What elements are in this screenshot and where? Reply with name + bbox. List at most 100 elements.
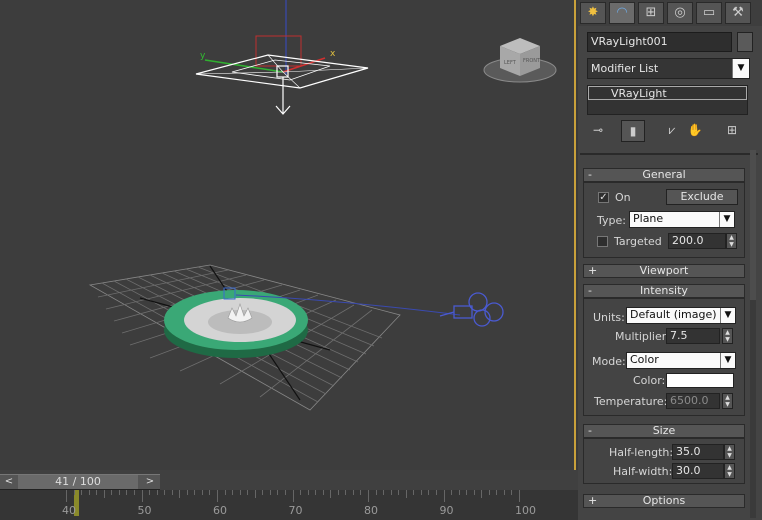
time-slider-thumb[interactable]: 41 / 100: [18, 475, 138, 489]
targeted-checkbox[interactable]: [597, 236, 608, 247]
viewcube[interactable]: LEFT FRONT: [483, 38, 557, 83]
frame-tick-label: 90: [439, 504, 454, 517]
half-width-value[interactable]: 30.0: [672, 463, 724, 479]
show-end-result-icon[interactable]: ▮: [621, 120, 645, 142]
frame-tick: [171, 490, 173, 495]
multiplier-label: Multiplier:: [615, 330, 670, 343]
configure-sets-icon[interactable]: ⊞: [721, 120, 743, 140]
command-panel: ✸ ◠ ⊞ ◎ ▭ ⚒ VRayLight001 Modifier List ▼…: [578, 0, 762, 520]
viewport-title: Viewport: [639, 264, 689, 277]
utilities-tab-icon[interactable]: ⚒: [725, 2, 751, 24]
stack-item-vraylight[interactable]: VRayLight: [588, 86, 747, 100]
time-slider[interactable]: < 41 / 100 >: [0, 474, 160, 490]
options-rollout-header[interactable]: + Options: [583, 494, 745, 508]
frame-tick: [239, 490, 241, 495]
frame-tick-label: 60: [213, 504, 227, 517]
frame-tick: [88, 490, 90, 495]
make-unique-icon[interactable]: ⩗: [661, 120, 683, 140]
chevron-down-icon[interactable]: ▼: [719, 212, 734, 227]
viewport-rollout-header[interactable]: + Viewport: [583, 264, 745, 278]
frame-tick: [383, 490, 385, 495]
hierarchy-tab-icon[interactable]: ⊞: [638, 2, 664, 24]
multiplier-value[interactable]: 7.5: [666, 328, 720, 344]
spinner-arrows-icon[interactable]: ▲ ▼: [726, 233, 737, 249]
temperature-spinner[interactable]: 6500.0 ▲ ▼: [666, 393, 736, 409]
temperature-value[interactable]: 6500.0: [666, 393, 720, 409]
frame-tick: [435, 490, 437, 495]
gizmo-x-label: x: [330, 49, 336, 59]
panel-scrollbar[interactable]: [750, 150, 756, 518]
object-name-field[interactable]: VRayLight001: [587, 32, 732, 52]
half-length-spinner[interactable]: 35.0 ▲ ▼: [672, 444, 736, 460]
targeted-value[interactable]: 200.0: [668, 233, 726, 249]
create-tab-icon[interactable]: ✸: [580, 2, 606, 24]
half-length-value[interactable]: 35.0: [672, 444, 724, 460]
spinner-arrows-icon[interactable]: ▲ ▼: [722, 328, 733, 344]
frame-tick: [149, 490, 151, 495]
panel-scrollbar-thumb[interactable]: [750, 150, 756, 300]
modifier-list-dropdown[interactable]: Modifier List ▼: [587, 58, 750, 79]
prev-frame-button[interactable]: <: [2, 475, 16, 489]
light-color-swatch[interactable]: [666, 373, 734, 388]
frame-tick: [375, 490, 377, 495]
frame-tick: [232, 490, 234, 495]
pin-stack-icon[interactable]: ⊸: [587, 120, 609, 140]
dish-object[interactable]: [164, 287, 308, 358]
gizmo-box: [255, 35, 302, 67]
move-gizmo[interactable]: x y: [195, 35, 369, 115]
perspective-viewport[interactable]: x y LEFT FRONT: [0, 0, 576, 470]
motion-tab-icon[interactable]: ◎: [667, 2, 693, 24]
object-color-swatch[interactable]: [737, 32, 753, 52]
on-checkbox[interactable]: ✓: [598, 192, 609, 203]
multiplier-spinner[interactable]: 7.5 ▲ ▼: [666, 328, 736, 344]
frame-tick: [284, 490, 286, 495]
frame-tick: [398, 490, 400, 495]
mode-value: Color: [630, 353, 659, 366]
modifier-stack[interactable]: VRayLight: [587, 85, 748, 115]
type-dropdown[interactable]: Plane ▼: [629, 211, 735, 228]
targeted-distance-spinner[interactable]: 200.0 ▲ ▼: [668, 233, 738, 249]
remove-modifier-icon[interactable]: ✋: [684, 120, 706, 140]
frame-tick: [224, 490, 226, 495]
units-dropdown[interactable]: Default (image) ▼: [626, 307, 736, 324]
exclude-button[interactable]: Exclude: [666, 189, 738, 205]
frame-tick: [164, 490, 166, 495]
next-frame-button[interactable]: >: [143, 475, 157, 489]
intensity-rollout-header[interactable]: - Intensity: [583, 284, 745, 298]
frame-tick: [345, 490, 347, 495]
time-track[interactable]: 40 50 60 70 80 90 100: [0, 490, 578, 520]
general-toggle: -: [588, 168, 592, 181]
chevron-down-icon[interactable]: ▼: [720, 353, 735, 368]
spinner-arrows-icon[interactable]: ▲ ▼: [724, 444, 735, 460]
modify-tab-icon[interactable]: ◠: [609, 2, 635, 24]
frame-tick: [292, 490, 294, 502]
half-length-label: Half-length:: [609, 446, 674, 459]
options-title: Options: [642, 494, 686, 507]
frame-tick: [511, 490, 513, 495]
intensity-title: Intensity: [640, 284, 688, 297]
scene-canvas[interactable]: x y LEFT FRONT: [0, 0, 576, 470]
chevron-down-icon[interactable]: ▼: [720, 308, 735, 323]
frame-tick: [428, 490, 430, 495]
display-tab-icon[interactable]: ▭: [696, 2, 722, 24]
general-rollout-header[interactable]: - General: [583, 168, 745, 182]
frame-tick: [96, 490, 98, 495]
mode-dropdown[interactable]: Color ▼: [626, 352, 736, 369]
mode-label: Mode:: [592, 355, 626, 368]
frame-tick: [519, 490, 520, 502]
general-title: General: [642, 168, 686, 181]
half-width-spinner[interactable]: 30.0 ▲ ▼: [672, 463, 736, 479]
chevron-down-icon[interactable]: ▼: [732, 59, 749, 78]
frame-tick: [413, 490, 415, 495]
intensity-rollout-body: Units: Default (image) ▼ Multiplier: 7.5…: [583, 298, 745, 416]
camera-light-icon[interactable]: [439, 292, 504, 327]
frame-tick: [126, 490, 128, 495]
size-rollout-header[interactable]: - Size: [583, 424, 745, 438]
spinner-arrows-icon[interactable]: ▲ ▼: [722, 393, 733, 409]
frame-tick: [466, 490, 468, 495]
frame-tick: [352, 490, 354, 495]
spinner-arrows-icon[interactable]: ▲ ▼: [724, 463, 735, 479]
size-rollout-body: Half-length: 35.0 ▲ ▼ Half-width: 30.0 ▲ ▼: [583, 438, 745, 484]
panel-divider: [580, 153, 758, 155]
frame-tick: [81, 490, 83, 495]
